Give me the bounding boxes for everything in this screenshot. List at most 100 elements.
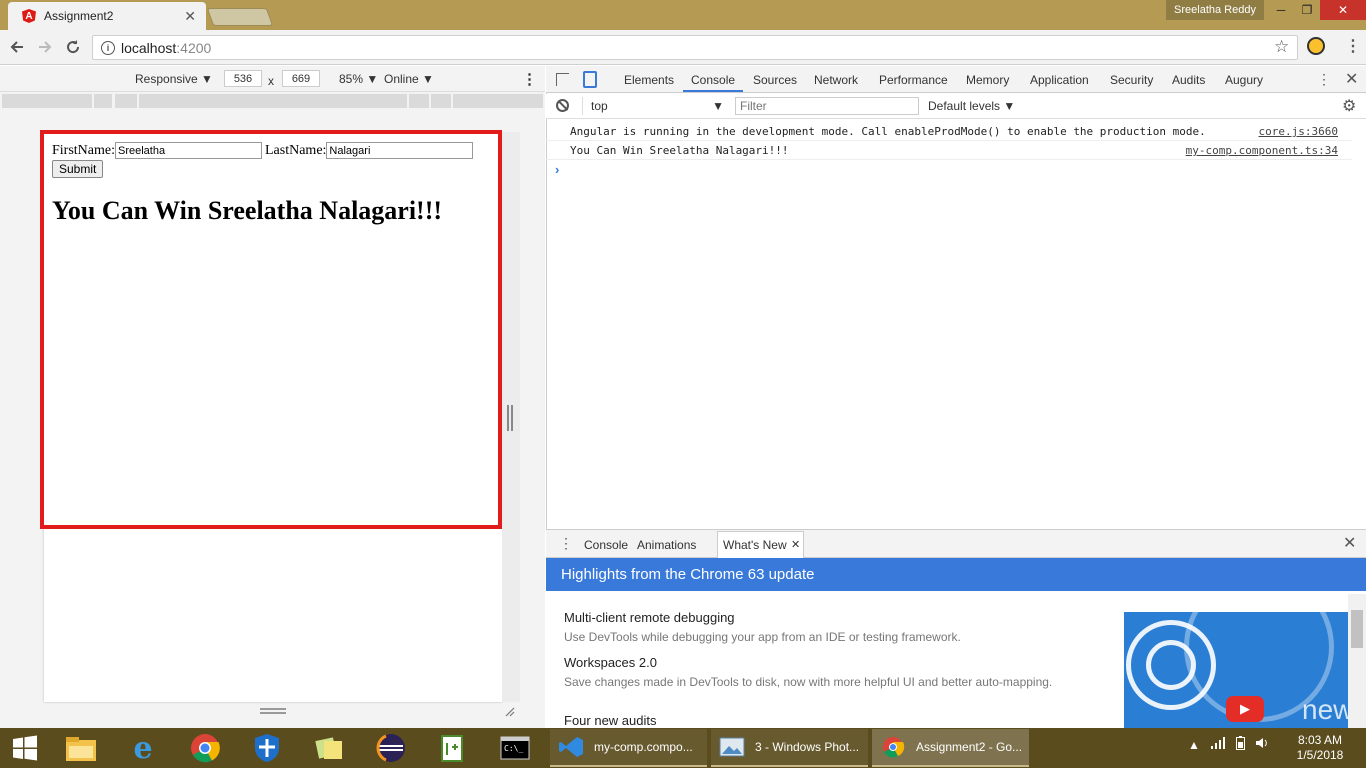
tab-audits[interactable]: Audits — [1172, 73, 1205, 87]
height-input[interactable]: 669 — [282, 70, 320, 87]
new-tab-button[interactable] — [206, 8, 274, 26]
taskbar-app-photos[interactable]: 3 - Windows Phot... — [711, 729, 868, 767]
tab-memory[interactable]: Memory — [966, 73, 1009, 87]
eclipse-icon[interactable] — [366, 731, 416, 765]
close-window-button[interactable]: ✕ — [1320, 0, 1366, 20]
bookmark-star-icon[interactable]: ☆ — [1274, 37, 1289, 57]
browser-tab-assignment2[interactable]: A Assignment2 ✕ — [8, 2, 206, 30]
feature-title[interactable]: Multi-client remote debugging — [564, 610, 735, 625]
system-tray: ▲ — [1188, 736, 1269, 753]
device-toolbar: Responsive ▼ 536 x 669 85% ▼ Online ▼ ⋮ — [0, 66, 545, 92]
devtools-more-icon[interactable]: ⋮ — [1317, 71, 1331, 88]
inspect-element-icon[interactable] — [556, 73, 569, 86]
volume-icon[interactable] — [1255, 736, 1269, 753]
media-query-bar[interactable] — [0, 94, 545, 108]
forward-arrow-icon[interactable] — [34, 36, 56, 58]
tab-security[interactable]: Security — [1110, 73, 1153, 87]
tab-console[interactable]: Console — [691, 73, 735, 87]
angular-icon: A — [22, 9, 36, 23]
firstname-input[interactable] — [115, 142, 262, 159]
tab-sources[interactable]: Sources — [753, 73, 797, 87]
zoom-select[interactable]: 85% ▼ — [339, 72, 378, 86]
submit-button[interactable]: Submit — [52, 160, 104, 178]
log-source-link[interactable]: core.js:3660 — [1259, 125, 1338, 138]
chrome-icon — [883, 737, 905, 758]
tab-title: Assignment2 — [44, 9, 114, 23]
feature-desc: Use DevTools while debugging your app fr… — [564, 630, 961, 644]
whats-new-banner: Highlights from the Chrome 63 update — [546, 558, 1366, 591]
extension-icon[interactable] — [1307, 37, 1325, 55]
device-select[interactable]: Responsive ▼ — [135, 72, 213, 86]
battery-icon[interactable] — [1235, 736, 1245, 753]
chevron-up-icon[interactable]: ▲ — [1188, 738, 1200, 752]
address-bar[interactable]: i localhost:4200 — [92, 35, 1298, 60]
info-icon[interactable]: i — [101, 40, 115, 55]
drawer-close-icon[interactable]: ✕ — [1343, 533, 1356, 553]
devtools-close-icon[interactable]: ✕ — [1345, 69, 1358, 89]
url-port: :4200 — [176, 39, 212, 56]
minimize-button[interactable]: ─ — [1268, 0, 1294, 20]
drawer-more-icon[interactable]: ⋮ — [559, 535, 573, 552]
devtools-tab-bar: Elements Console Sources Network Perform… — [546, 66, 1366, 93]
drawer-tab-animations[interactable]: Animations — [637, 538, 696, 552]
internet-explorer-icon[interactable]: e — [118, 731, 168, 766]
resize-corner-icon[interactable] — [503, 705, 515, 717]
tab-augury[interactable]: Augury — [1225, 73, 1263, 87]
defender-shield-icon[interactable] — [242, 731, 292, 765]
gear-icon[interactable]: ⚙ — [1342, 96, 1356, 116]
notepad-plus-plus-icon[interactable] — [428, 731, 478, 765]
log-source-link[interactable]: my-comp.component.ts:34 — [1186, 144, 1338, 157]
command-prompt-icon[interactable]: C:\_ — [490, 731, 540, 765]
log-levels-select[interactable]: Default levels ▼ — [928, 99, 1015, 113]
close-tab-icon[interactable]: ✕ — [791, 538, 800, 551]
resize-handle-bottom[interactable] — [260, 708, 286, 714]
taskbar-app-chrome[interactable]: Assignment2 - Go... — [872, 729, 1029, 767]
lastname-input[interactable] — [326, 142, 474, 159]
tab-performance[interactable]: Performance — [879, 73, 948, 87]
drawer-tab-bar: Console Animations — [546, 529, 1366, 558]
console-prompt-icon[interactable]: › — [555, 162, 559, 177]
tab-network[interactable]: Network — [814, 73, 858, 87]
dimension-separator: x — [268, 74, 274, 88]
network-select[interactable]: Online ▼ — [384, 72, 434, 86]
signal-icon[interactable] — [1210, 737, 1226, 752]
tab-close-icon[interactable]: ✕ — [184, 8, 196, 25]
tab-application[interactable]: Application — [1030, 73, 1089, 87]
resize-handle-right[interactable] — [507, 405, 513, 431]
feature-title[interactable]: Four new audits — [564, 713, 657, 728]
clock-date: 1/5/2018 — [1296, 748, 1344, 762]
play-icon[interactable]: ▶ — [1226, 696, 1264, 722]
feature-desc: Save changes made in DevTools to disk, n… — [564, 675, 1053, 689]
console-message: You Can Win Sreelatha Nalagari!!! my-com… — [546, 141, 1352, 160]
chrome-icon[interactable] — [180, 731, 230, 765]
profile-button[interactable]: Sreelatha Reddy — [1166, 0, 1264, 20]
drawer-tab-console[interactable]: Console — [584, 538, 628, 552]
scrollbar[interactable] — [1348, 594, 1366, 728]
whats-new-video-thumbnail[interactable]: ▶ new — [1124, 612, 1349, 728]
width-input[interactable]: 536 — [224, 70, 262, 87]
windows-start-icon[interactable] — [0, 731, 50, 765]
name-form: FirstName: LastName: — [52, 142, 474, 159]
browser-menu-icon[interactable]: ⋮ — [1345, 36, 1361, 56]
filter-input[interactable] — [735, 97, 919, 115]
back-arrow-icon[interactable] — [6, 36, 28, 58]
reload-icon[interactable] — [62, 36, 84, 58]
taskbar-app-label: 3 - Windows Phot... — [755, 740, 860, 754]
drawer-tab-whats-new[interactable]: What's New ✕ — [717, 531, 804, 558]
maximize-button[interactable]: ❐ — [1294, 0, 1320, 20]
device-toggle-icon[interactable] — [583, 71, 597, 88]
clear-console-icon[interactable] — [556, 99, 569, 112]
taskbar-app-label: Assignment2 - Go... — [916, 740, 1023, 754]
file-explorer-icon[interactable] — [56, 731, 106, 765]
tab-elements[interactable]: Elements — [624, 73, 674, 87]
device-more-icon[interactable]: ⋮ — [522, 70, 537, 88]
log-text: Angular is running in the development mo… — [570, 125, 1206, 138]
context-select[interactable]: top ▼ — [582, 97, 724, 115]
feature-title[interactable]: Workspaces 2.0 — [564, 655, 657, 670]
taskbar-app-vscode[interactable]: my-comp.compo... — [550, 729, 707, 767]
sticky-notes-icon[interactable] — [304, 731, 354, 765]
thumbnail-caption: new — [1302, 694, 1349, 725]
taskbar-clock[interactable]: 8:03 AM 1/5/2018 — [1290, 733, 1350, 763]
chevron-down-icon: ▼ — [712, 99, 724, 113]
active-tab-indicator — [683, 90, 743, 92]
